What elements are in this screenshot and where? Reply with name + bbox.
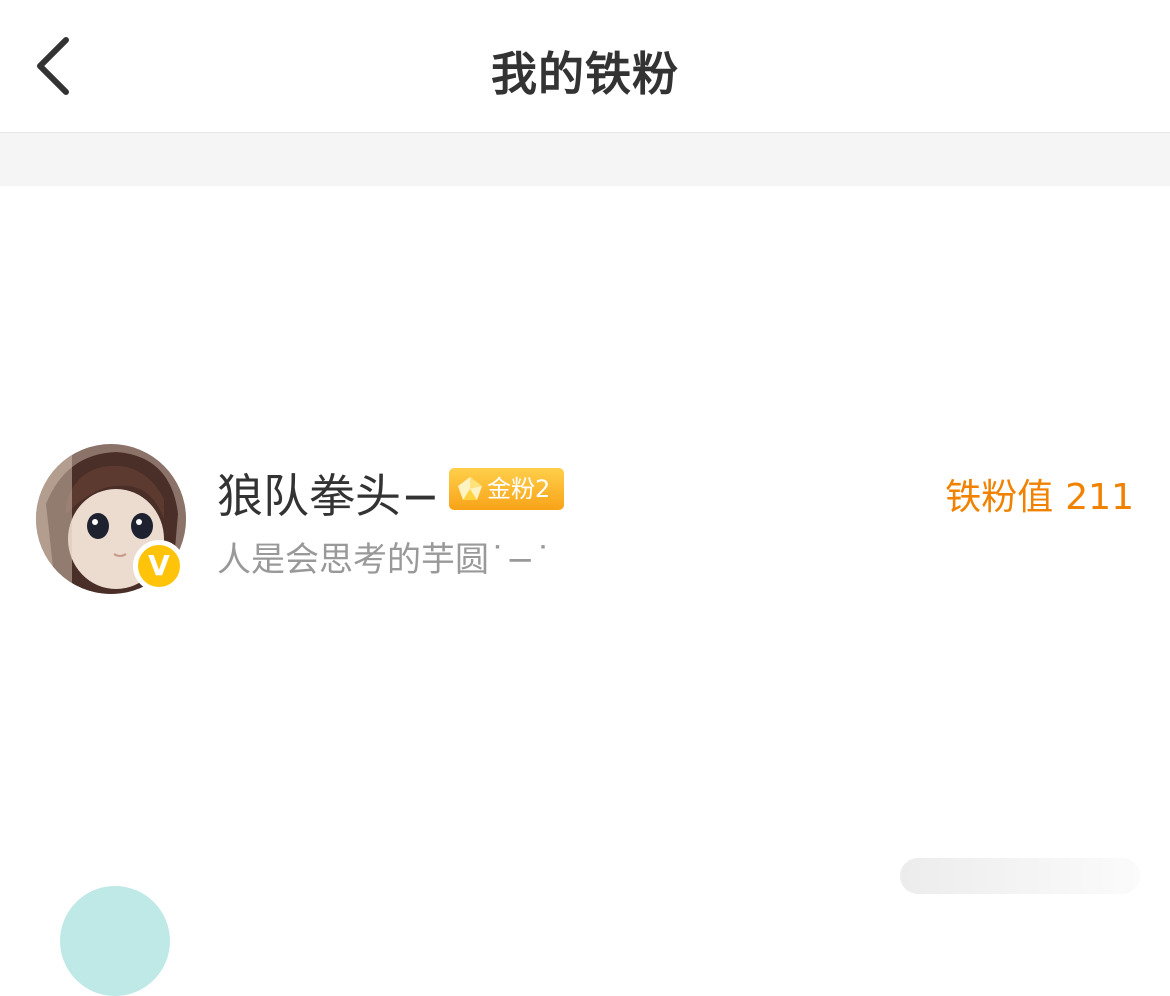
page-title: 我的铁粉	[491, 47, 679, 101]
verified-badge: V	[133, 540, 185, 592]
iron-fan-score: 铁粉值 211	[945, 468, 1134, 520]
fan-level-label: 金粉2	[487, 475, 551, 503]
fan-level-badge: 金粉2	[449, 468, 564, 510]
avatar[interactable]	[60, 886, 170, 996]
pentagon-gem-icon	[458, 477, 482, 500]
watermark	[900, 858, 1140, 894]
score-label: 铁粉值	[945, 477, 1054, 518]
fan-bio: 人是会思考的芋圆˙−˙	[217, 540, 552, 580]
score-value: 211	[1065, 477, 1134, 518]
navigation-bar: 我的铁粉	[0, 0, 1170, 133]
fan-list-item[interactable]: V 狼队拳头− 金粉2 人是会思考的芋圆˙−˙ 铁粉值 211	[0, 420, 1170, 620]
fan-name[interactable]: 狼队拳头−	[217, 460, 440, 526]
section-divider	[0, 133, 1170, 186]
